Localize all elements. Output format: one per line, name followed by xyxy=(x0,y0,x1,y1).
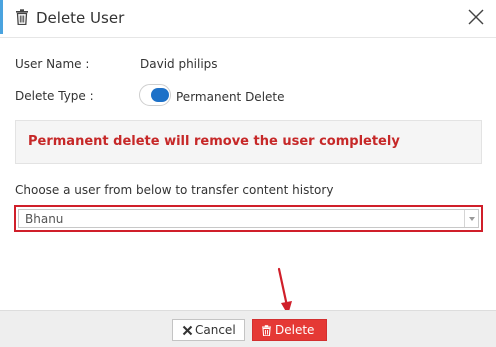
highlight-outline: Bhanu xyxy=(14,205,483,232)
cancel-label: Cancel xyxy=(195,323,236,337)
warning-text: Permanent delete will remove the user co… xyxy=(28,134,400,149)
dialog-header: Delete User xyxy=(0,0,496,38)
selected-user: Bhanu xyxy=(25,212,64,226)
warning-box: Permanent delete will remove the user co… xyxy=(15,120,482,164)
delete-user-dialog: Delete User User Name : David philips De… xyxy=(0,0,496,347)
user-name-value: David philips xyxy=(140,57,218,71)
dialog-footer: Cancel Delete xyxy=(0,310,496,347)
delete-button[interactable]: Delete xyxy=(252,319,327,341)
user-name-label: User Name : xyxy=(15,57,90,71)
delete-label: Delete xyxy=(275,323,315,337)
chevron-down-icon xyxy=(469,217,475,221)
close-icon[interactable] xyxy=(466,7,486,27)
trash-icon xyxy=(16,9,28,25)
cancel-button[interactable]: Cancel xyxy=(172,319,245,341)
trash-icon xyxy=(262,325,271,336)
delete-type-toggle[interactable] xyxy=(139,84,171,106)
delete-type-label: Delete Type : xyxy=(15,89,94,103)
dialog-title: Delete User xyxy=(36,9,125,27)
transfer-user-select[interactable]: Bhanu xyxy=(18,209,479,228)
select-caret[interactable] xyxy=(464,210,478,227)
delete-type-value: Permanent Delete xyxy=(176,90,285,104)
close-icon xyxy=(182,325,193,336)
toggle-track xyxy=(151,88,169,102)
transfer-label: Choose a user from below to transfer con… xyxy=(15,183,334,197)
